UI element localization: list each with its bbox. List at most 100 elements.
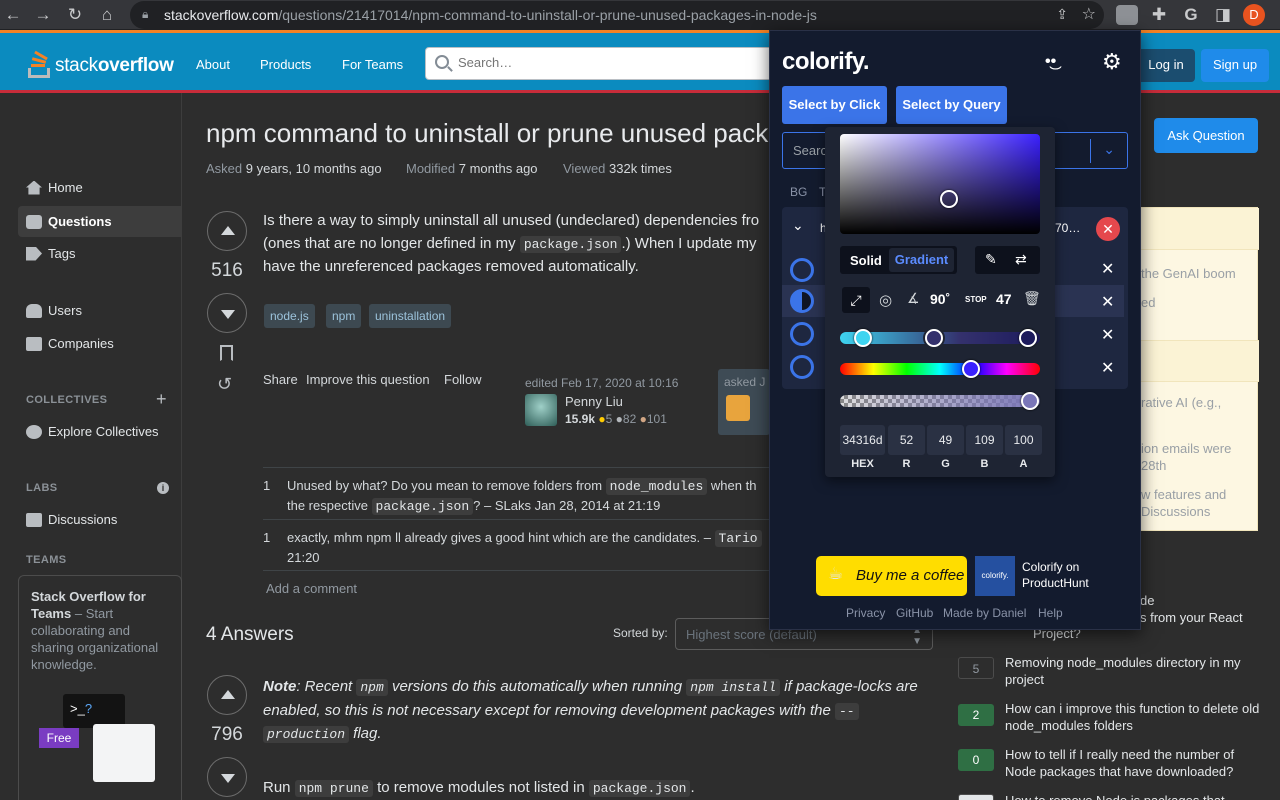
add-comment-link[interactable]: Add a comment xyxy=(266,581,357,596)
improve-question-link[interactable]: Improve this question xyxy=(306,372,430,387)
gradient-stop-handle-active[interactable] xyxy=(925,329,943,347)
footer-made-by[interactable]: Made by Daniel xyxy=(943,606,1026,620)
remove-icon[interactable]: ✕ xyxy=(1101,325,1114,345)
alpha-slider[interactable] xyxy=(840,392,1040,410)
gradient-stop-handle[interactable] xyxy=(854,329,872,347)
extensions-puzzle-icon[interactable]: ✚ xyxy=(1148,4,1170,26)
producthunt-badge[interactable]: colorify. xyxy=(975,556,1015,596)
login-button[interactable]: Log in xyxy=(1137,49,1195,82)
nav-products[interactable]: Products xyxy=(260,57,311,72)
editor-name[interactable]: Penny Liu xyxy=(565,394,623,409)
ask-question-button[interactable]: Ask Question xyxy=(1154,118,1258,153)
related-fragment[interactable]: de xyxy=(1140,592,1154,609)
related-link[interactable]: Removing node_modules directory in my pr… xyxy=(1005,654,1260,688)
nav-item-home[interactable]: Home xyxy=(26,180,83,195)
angle-value[interactable]: 90˚ xyxy=(930,291,950,307)
select-by-query-button[interactable]: Select by Query xyxy=(896,86,1007,124)
related-fragment-2[interactable]: s from your React xyxy=(1140,609,1243,626)
remove-icon[interactable]: ✕ xyxy=(1101,259,1114,279)
nav-item-companies[interactable]: Companies xyxy=(26,336,114,351)
nav-item-tags[interactable]: Tags xyxy=(26,246,75,261)
gear-icon[interactable]: ⚙ xyxy=(1102,49,1122,75)
r-input[interactable]: 52 xyxy=(888,425,925,455)
gradient-tab[interactable]: Gradient xyxy=(889,248,954,272)
nav-item-discussions[interactable]: Discussions xyxy=(26,512,117,527)
add-collective-icon[interactable]: + xyxy=(156,389,167,410)
back-icon[interactable]: ← xyxy=(2,4,24,26)
related-link[interactable]: How to remove Node.js packages that xyxy=(1005,792,1260,800)
select-by-click-button[interactable]: Select by Click xyxy=(782,86,887,124)
nav-item-users[interactable]: Users xyxy=(26,303,82,318)
tag-nodejs[interactable]: node.js xyxy=(264,304,315,328)
footer-github[interactable]: GitHub xyxy=(896,606,933,620)
color-ring-icon[interactable] xyxy=(790,322,814,346)
history-icon[interactable]: ↺ xyxy=(217,374,232,395)
info-icon[interactable]: i xyxy=(157,482,169,494)
nav-about[interactable]: About xyxy=(196,57,230,72)
forward-icon[interactable]: → xyxy=(32,4,54,26)
g-input[interactable]: 49 xyxy=(927,425,964,455)
footer-privacy[interactable]: Privacy xyxy=(846,606,885,620)
eyes-icon[interactable]: •͜• xyxy=(1045,53,1056,71)
alpha-handle[interactable] xyxy=(1021,392,1039,410)
editor-avatar[interactable] xyxy=(525,394,557,426)
reload-icon[interactable]: ↻ xyxy=(64,4,86,26)
related-link[interactable]: How to tell if I really need the number … xyxy=(1005,746,1260,780)
close-icon[interactable]: ✕ xyxy=(1096,217,1120,241)
share-link[interactable]: Share xyxy=(263,372,298,387)
producthunt-text[interactable]: Colorify on xyxy=(1022,560,1079,574)
radial-gradient-icon[interactable]: ◎ xyxy=(879,291,892,309)
saturation-value-area[interactable] xyxy=(840,134,1040,234)
question-title[interactable]: npm command to uninstall or prune unused… xyxy=(206,118,768,149)
sidepanel-icon[interactable]: ◨ xyxy=(1212,4,1234,26)
follow-link[interactable]: Follow xyxy=(444,372,482,387)
so-logo-icon[interactable] xyxy=(26,50,52,78)
nav-item-questions[interactable]: Questions xyxy=(18,206,182,237)
eyedropper-icon[interactable]: ✎ xyxy=(985,251,997,268)
hue-slider[interactable] xyxy=(840,360,1040,378)
so-logo[interactable]: stackoverflow xyxy=(55,55,174,77)
delete-stop-icon[interactable]: 🗑︎ xyxy=(1023,290,1041,307)
hex-input[interactable]: 34316d xyxy=(840,425,885,455)
stop-value[interactable]: 47 xyxy=(996,291,1012,307)
google-icon[interactable]: G xyxy=(1180,4,1202,26)
related-link[interactable]: How can i improve this function to delet… xyxy=(1005,700,1260,734)
gradient-stop-handle[interactable] xyxy=(1019,329,1037,347)
linear-gradient-icon[interactable]: ⤢ xyxy=(842,287,870,313)
asker-avatar[interactable] xyxy=(726,395,750,421)
buy-me-coffee-button[interactable]: ☕︎ Buy me a coffee xyxy=(816,556,967,596)
tab-bg[interactable]: BG xyxy=(790,185,807,199)
gradient-ring-icon[interactable] xyxy=(790,289,814,313)
color-ring-icon[interactable] xyxy=(790,258,814,282)
hue-handle[interactable] xyxy=(962,360,980,378)
profile-avatar[interactable]: D xyxy=(1243,4,1265,26)
sv-handle[interactable] xyxy=(940,190,958,208)
footer-help[interactable]: Help xyxy=(1038,606,1063,620)
swap-icon[interactable]: ⇄ xyxy=(1015,251,1027,268)
so-search-box[interactable] xyxy=(425,47,785,80)
solid-tab[interactable]: Solid xyxy=(850,253,882,268)
bookmark-star-icon[interactable]: ☆ xyxy=(1082,4,1096,24)
home-icon[interactable]: ⌂ xyxy=(96,4,118,26)
colorify-extension-icon[interactable] xyxy=(1116,5,1138,25)
edited-timestamp[interactable]: edited Feb 17, 2020 at 10:16 xyxy=(525,376,678,390)
so-search-input[interactable] xyxy=(458,55,758,70)
producthunt-text-2[interactable]: ProductHunt xyxy=(1022,576,1089,590)
answer-upvote-button[interactable] xyxy=(207,675,247,715)
b-input[interactable]: 109 xyxy=(966,425,1003,455)
nav-item-explore-collectives[interactable]: Explore Collectives xyxy=(26,424,159,439)
share-icon[interactable]: ⇪ xyxy=(1056,6,1068,23)
remove-icon[interactable]: ✕ xyxy=(1101,292,1114,312)
gradient-stops-slider[interactable] xyxy=(840,329,1040,347)
a-input[interactable]: 100 xyxy=(1005,425,1042,455)
nav-for-teams[interactable]: For Teams xyxy=(342,57,403,72)
question-upvote-button[interactable] xyxy=(207,211,247,251)
bookmark-icon[interactable] xyxy=(220,345,233,361)
question-downvote-button[interactable] xyxy=(207,293,247,333)
chevron-down-icon[interactable]: ⌄ xyxy=(1103,141,1115,158)
signup-button[interactable]: Sign up xyxy=(1201,49,1269,82)
chevron-down-icon[interactable]: ⌄ xyxy=(792,217,804,234)
answer-downvote-button[interactable] xyxy=(207,757,247,797)
color-ring-icon[interactable] xyxy=(790,355,814,379)
tag-uninstallation[interactable]: uninstallation xyxy=(369,304,452,328)
